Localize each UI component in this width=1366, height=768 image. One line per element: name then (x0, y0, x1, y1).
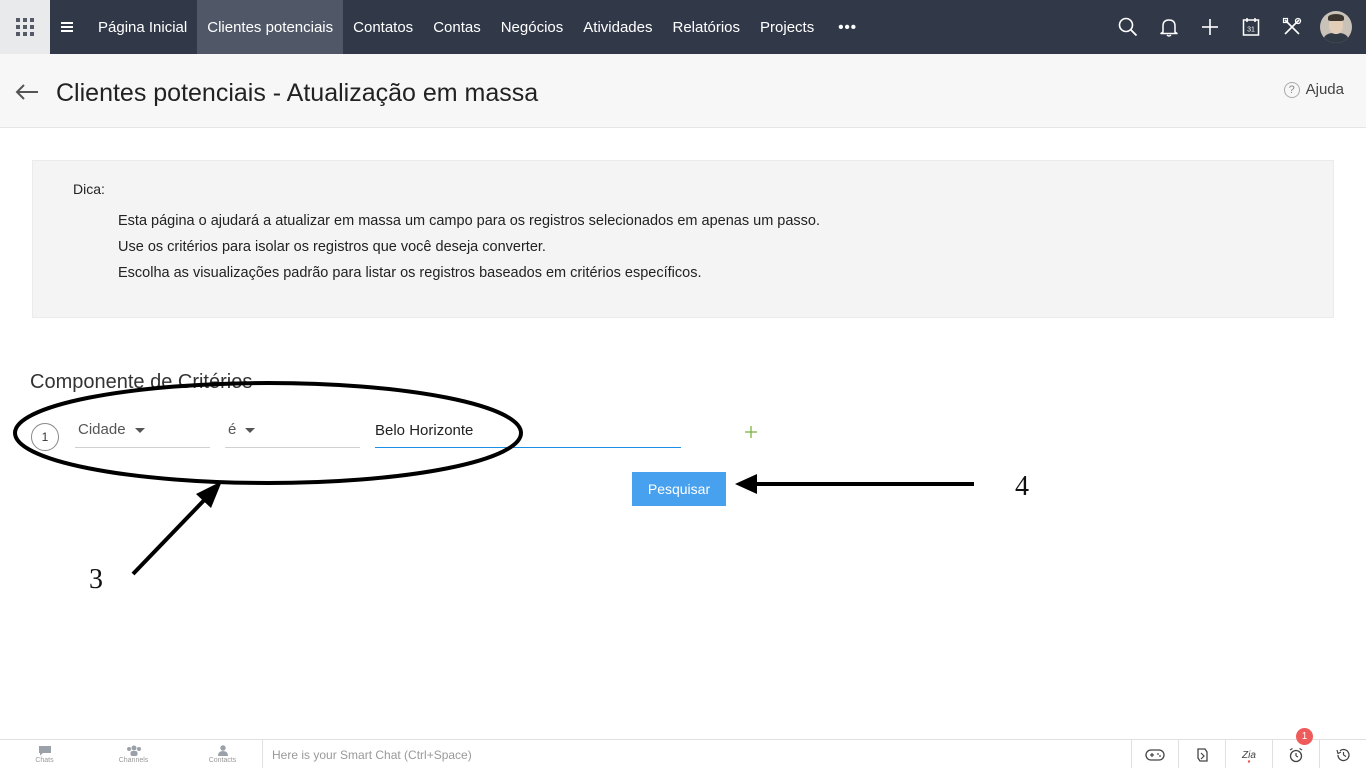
top-right-toolbar: 31 (1107, 0, 1366, 54)
chevron-down-icon (245, 428, 256, 433)
history-icon[interactable] (1319, 740, 1366, 768)
add-criteria-plus-icon[interactable] (743, 424, 759, 440)
smart-chat-input[interactable]: Here is your Smart Chat (Ctrl+Space) (262, 740, 1130, 768)
annotation-arrow-3-line (131, 490, 214, 576)
tip-line: Escolha as visualizações padrão para lis… (118, 265, 702, 281)
tab-contas[interactable]: Contas (423, 0, 491, 54)
more-tabs-button[interactable]: ••• (824, 0, 871, 54)
svg-text:Zia: Zia (1241, 750, 1256, 761)
cycle-icon[interactable] (1178, 740, 1225, 768)
page-title: Clientes potenciais - Atualização em mas… (56, 79, 539, 107)
calendar-icon[interactable]: 31 (1230, 0, 1271, 54)
apps-grid-button[interactable] (0, 0, 50, 54)
bottom-contacts-button[interactable]: Contacts (178, 740, 267, 768)
annotation-label-3: 3 (89, 564, 103, 595)
user-avatar[interactable] (1320, 11, 1352, 43)
tip-label: Dica: (73, 181, 105, 197)
criteria-value-input[interactable] (375, 413, 681, 448)
bottom-chats-label: Chats (35, 757, 54, 764)
chat-icon (38, 746, 51, 756)
criteria-row-number: 1 (31, 423, 59, 451)
bottom-channels-label: Channels (118, 757, 149, 764)
tab-relatorios[interactable]: Relatórios (662, 0, 750, 54)
help-label: Ajuda (1305, 81, 1344, 98)
gamepad-icon[interactable] (1131, 740, 1178, 768)
channels-icon (126, 745, 141, 756)
contacts-icon (217, 745, 228, 756)
criteria-operator-select[interactable]: é (225, 412, 360, 448)
top-navigation-bar: Página Inicial Clientes potenciais Conta… (0, 0, 1366, 54)
bottom-right-tools: Zia (1131, 740, 1366, 768)
search-icon[interactable] (1107, 0, 1148, 54)
bottom-bar: Chats Channels Contacts Here is your Sma… (0, 739, 1366, 768)
search-button[interactable]: Pesquisar (632, 472, 726, 506)
calendar-day-label: 31 (1247, 27, 1255, 34)
tab-pagina-inicial[interactable]: Página Inicial (88, 0, 197, 54)
page-header: Clientes potenciais - Atualização em mas… (0, 54, 1366, 128)
tab-contatos[interactable]: Contatos (343, 0, 423, 54)
notification-count-badge: 1 (1296, 728, 1313, 745)
zia-icon[interactable]: Zia (1225, 740, 1272, 768)
tab-projects[interactable]: Projects (750, 0, 824, 54)
help-icon: ? (1283, 81, 1300, 98)
back-arrow-icon[interactable] (15, 84, 39, 100)
annotation-label-4: 4 (1015, 471, 1029, 502)
tab-clientes-potenciais[interactable]: Clientes potenciais (197, 0, 344, 54)
hamburger-menu-button[interactable] (50, 0, 84, 54)
tab-negocios[interactable]: Negócios (491, 0, 574, 54)
apps-grid-icon (16, 18, 34, 36)
tip-lines: Esta página o ajudará a atualizar em mas… (118, 213, 820, 291)
tip-line: Esta página o ajudará a atualizar em mas… (118, 213, 821, 229)
module-tabs: Página Inicial Clientes potenciais Conta… (88, 0, 824, 54)
criteria-field-value: Cidade (78, 421, 126, 438)
bottom-contacts-label: Contacts (208, 757, 237, 764)
tip-box: Dica: Esta página o ajudará a atualizar … (32, 160, 1334, 318)
criteria-field-select[interactable]: Cidade (75, 412, 210, 448)
criteria-operator-value: é (228, 421, 237, 438)
help-link[interactable]: ? Ajuda (1283, 81, 1344, 98)
bottom-channels-button[interactable]: Channels (89, 740, 178, 768)
plus-icon[interactable] (1189, 0, 1230, 54)
hamburger-icon (61, 22, 73, 32)
tab-atividades[interactable]: Atividades (573, 0, 662, 54)
criteria-heading: Componente de Critérios (30, 371, 253, 393)
annotation-arrow-4-head (735, 474, 757, 494)
bell-icon[interactable] (1148, 0, 1189, 54)
chevron-down-icon (134, 428, 145, 433)
tools-icon[interactable] (1271, 0, 1312, 54)
annotation-arrow-3-head (196, 481, 222, 508)
tip-line: Use os critérios para isolar os registro… (118, 239, 546, 255)
bottom-chats-button[interactable]: Chats (0, 740, 89, 768)
alarm-icon[interactable] (1272, 740, 1319, 768)
